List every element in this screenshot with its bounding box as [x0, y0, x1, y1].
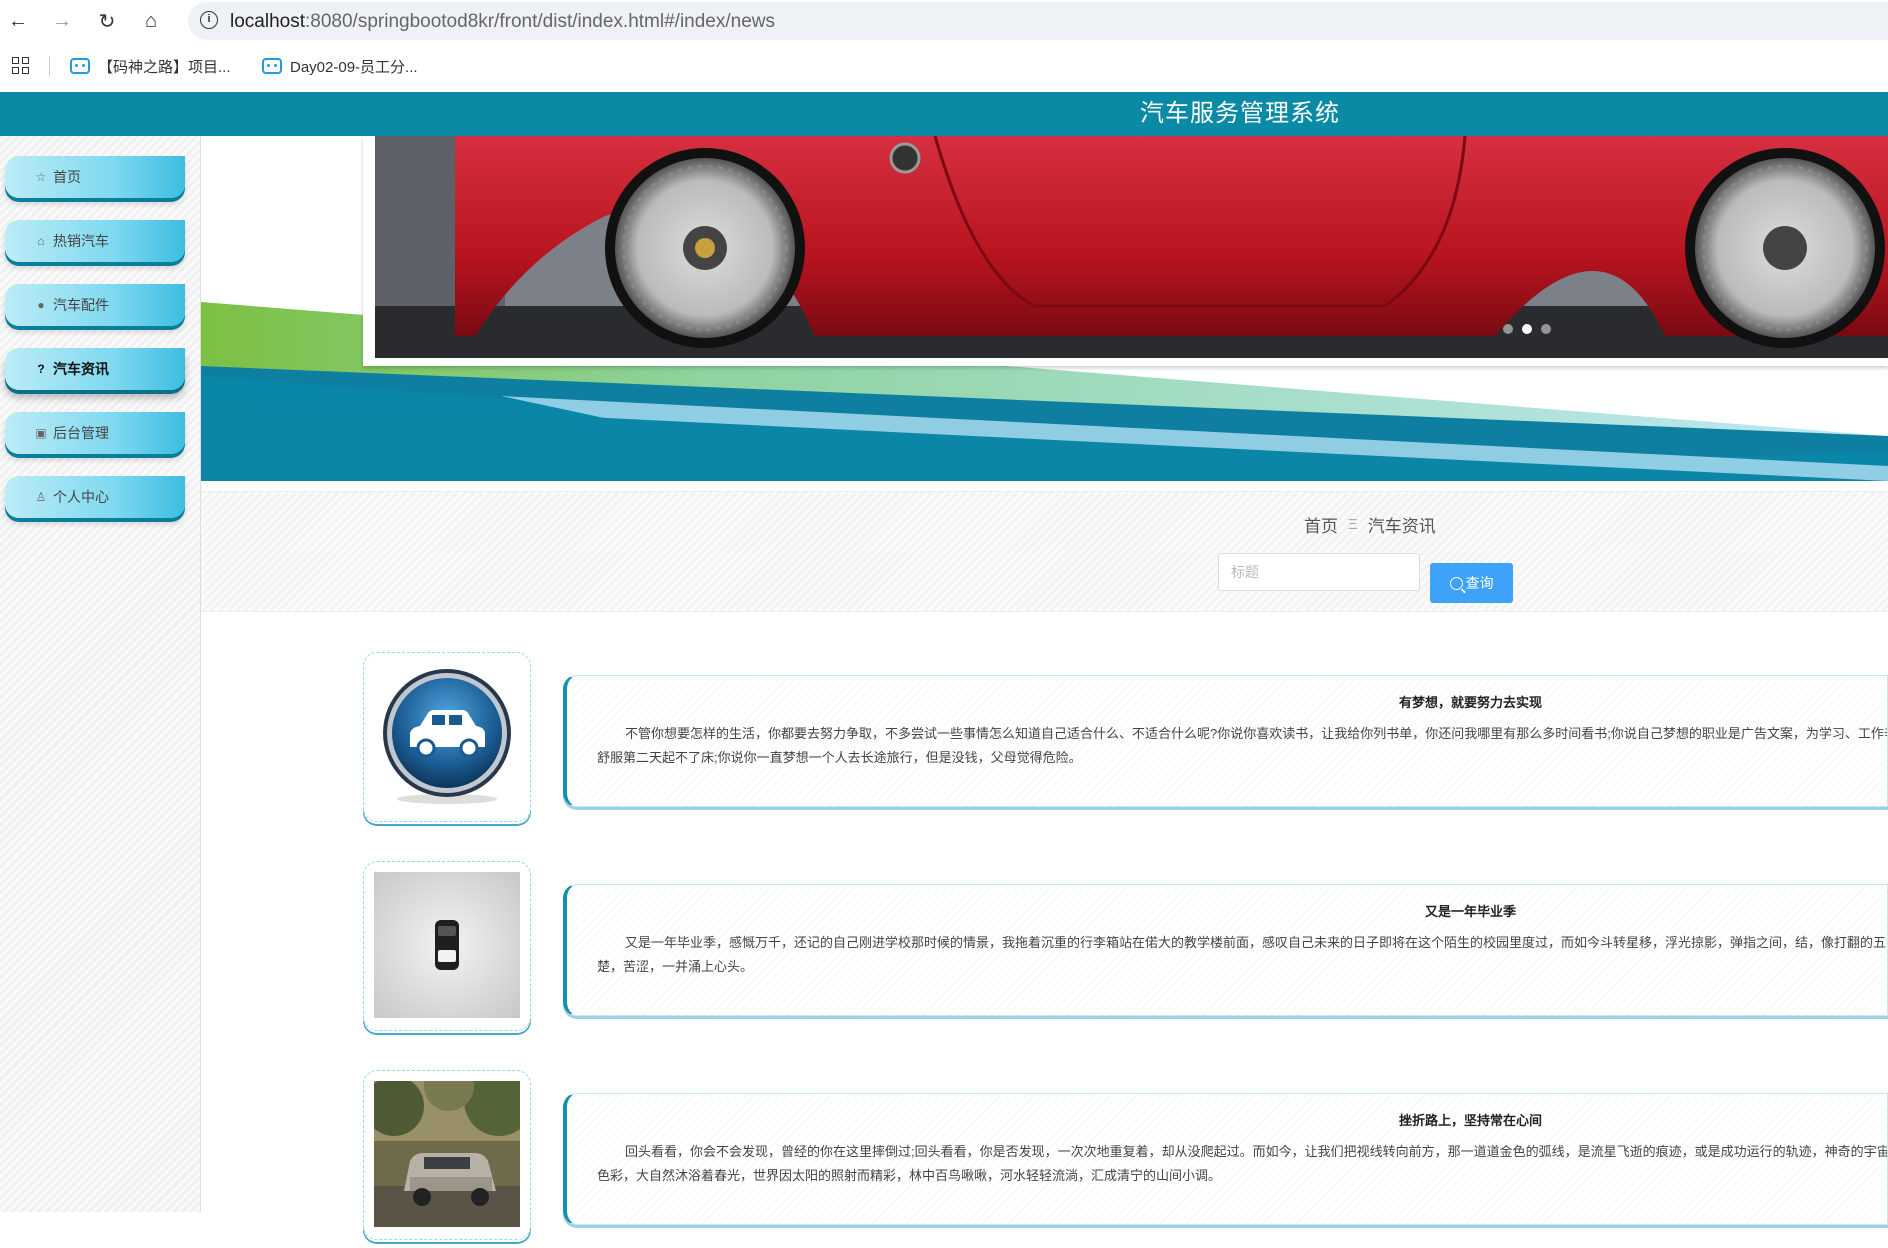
- news-thumbnail[interactable]: [363, 861, 531, 1031]
- bilibili-icon: [70, 58, 90, 74]
- sidebar-item-label: 汽车配件: [53, 297, 109, 313]
- sidebar-item-home[interactable]: ☆ 首页: [5, 156, 185, 198]
- briefcase-icon: ▣: [35, 426, 47, 440]
- sidebar-item-label: 后台管理: [53, 425, 109, 441]
- search-button[interactable]: 查询: [1430, 563, 1513, 603]
- news-item[interactable]: 有梦想，就要努力去实现 不管你想要怎样的生活，你都要去努力争取，不多尝试一些事情…: [201, 652, 1888, 830]
- url-text[interactable]: localhost:8080/springbootod8kr/front/dis…: [230, 11, 775, 33]
- suv-photo: [374, 1081, 520, 1227]
- site-header: 汽车服务管理系统: [0, 92, 1888, 136]
- news-thumbnail[interactable]: [363, 652, 531, 822]
- news-thumbnail[interactable]: [363, 1070, 531, 1240]
- news-title[interactable]: 又是一年毕业季: [567, 901, 1887, 920]
- address-bar[interactable]: i localhost:8080/springbootod8kr/front/d…: [188, 2, 1888, 40]
- back-icon[interactable]: ←: [4, 7, 32, 35]
- sidebar-item-label: 个人中心: [53, 489, 109, 505]
- carousel-dot[interactable]: [1541, 324, 1551, 334]
- site-title: 汽车服务管理系统: [1140, 100, 1340, 127]
- news-card[interactable]: 挫折路上，坚持常在心间 回头看看，你会不会发现，曾经的你在这里摔倒过;回头看看，…: [563, 1093, 1888, 1225]
- bilibili-icon: [262, 58, 282, 74]
- alert-icon: ●: [37, 298, 45, 312]
- breadcrumb-current: 汽车资讯: [1367, 517, 1436, 536]
- breadcrumb-band: 首页 Ξ 汽车资讯: [201, 491, 1888, 553]
- carousel-indicators: [1503, 324, 1551, 334]
- home-icon[interactable]: ⌂: [137, 7, 165, 35]
- news-summary: 回头看看，你会不会发现，曾经的你在这里摔倒过;回头看看，你是否发现，一次次地重复…: [597, 1144, 1888, 1183]
- news-card[interactable]: 有梦想，就要努力去实现 不管你想要怎样的生活，你都要去努力争取，不多尝试一些事情…: [563, 675, 1888, 807]
- news-item[interactable]: 又是一年毕业季 又是一年毕业季，感慨万千，还记的自己刚进学校那时候的情景，我拖着…: [201, 861, 1888, 1039]
- search-icon: [1449, 576, 1463, 590]
- sidebar-item-news[interactable]: ? 汽车资讯: [5, 348, 185, 390]
- apps-grid-icon[interactable]: [12, 57, 30, 75]
- carousel-dot[interactable]: [1503, 324, 1513, 334]
- sidebar-item-profile[interactable]: ♙ 个人中心: [5, 476, 185, 518]
- sidebar-item-label: 汽车资讯: [53, 361, 109, 377]
- sidebar-item-label: 首页: [53, 169, 81, 185]
- bookmark-divider: [49, 56, 50, 76]
- site-info-icon[interactable]: i: [200, 11, 218, 29]
- news-title[interactable]: 有梦想，就要努力去实现: [567, 692, 1887, 711]
- sidebar-item-label: 热销汽车: [53, 233, 109, 249]
- car-icon: [374, 663, 520, 809]
- news-summary: 不管你想要怎样的生活，你都要去努力争取，不多尝试一些事情怎么知道自己适合什么、不…: [597, 726, 1888, 765]
- news-item[interactable]: 挫折路上，坚持常在心间 回头看看，你会不会发现，曾经的你在这里摔倒过;回头看看，…: [201, 1070, 1888, 1248]
- bookmarks-bar: 【码神之路】项目... Day02-09-员工分...: [0, 48, 1888, 84]
- search-button-label: 查询: [1465, 575, 1494, 591]
- car-top-view: [374, 872, 520, 1018]
- sidebar-item-admin[interactable]: ▣ 后台管理: [5, 412, 185, 454]
- question-icon: ?: [37, 362, 45, 376]
- sidebar-item-parts[interactable]: ● 汽车配件: [5, 284, 185, 326]
- breadcrumb-separator-icon: Ξ: [1348, 516, 1358, 533]
- news-card[interactable]: 又是一年毕业季 又是一年毕业季，感慨万千，还记的自己刚进学校那时候的情景，我拖着…: [563, 884, 1888, 1016]
- red-sports-car-photo: [375, 136, 1888, 358]
- sidebar: ☆ 首页 ⌂ 热销汽车 ● 汽车配件 ? 汽车资讯 ▣ 后台管理 ♙ 个人中心: [0, 136, 201, 1212]
- reload-icon[interactable]: ↻: [93, 7, 121, 35]
- breadcrumb: 首页 Ξ 汽车资讯: [1304, 512, 1436, 537]
- news-title[interactable]: 挫折路上，坚持常在心间: [567, 1110, 1887, 1129]
- bookmark-item[interactable]: Day02-09-员工分...: [262, 55, 418, 77]
- bag-icon: ⌂: [37, 234, 45, 248]
- user-icon: ♙: [35, 490, 47, 504]
- bookmark-item[interactable]: 【码神之路】项目...: [70, 55, 231, 77]
- breadcrumb-home[interactable]: 首页: [1304, 512, 1338, 537]
- carousel-slide-image: [375, 136, 1888, 358]
- search-band: [201, 551, 1888, 612]
- star-icon: ☆: [35, 170, 47, 184]
- address-row: ← → ↻ ⌂ i localhost:8080/springbootod8kr…: [0, 0, 1888, 42]
- news-summary: 又是一年毕业季，感慨万千，还记的自己刚进学校那时候的情景，我拖着沉重的行李箱站在…: [597, 935, 1888, 974]
- search-input[interactable]: [1218, 553, 1420, 591]
- browser-chrome: ← → ↻ ⌂ i localhost:8080/springbootod8kr…: [0, 0, 1888, 92]
- forward-icon[interactable]: →: [48, 7, 76, 35]
- banner: [201, 136, 1888, 481]
- carousel-dot-active[interactable]: [1522, 324, 1532, 334]
- sidebar-item-hot-cars[interactable]: ⌂ 热销汽车: [5, 220, 185, 262]
- carousel[interactable]: [363, 136, 1888, 366]
